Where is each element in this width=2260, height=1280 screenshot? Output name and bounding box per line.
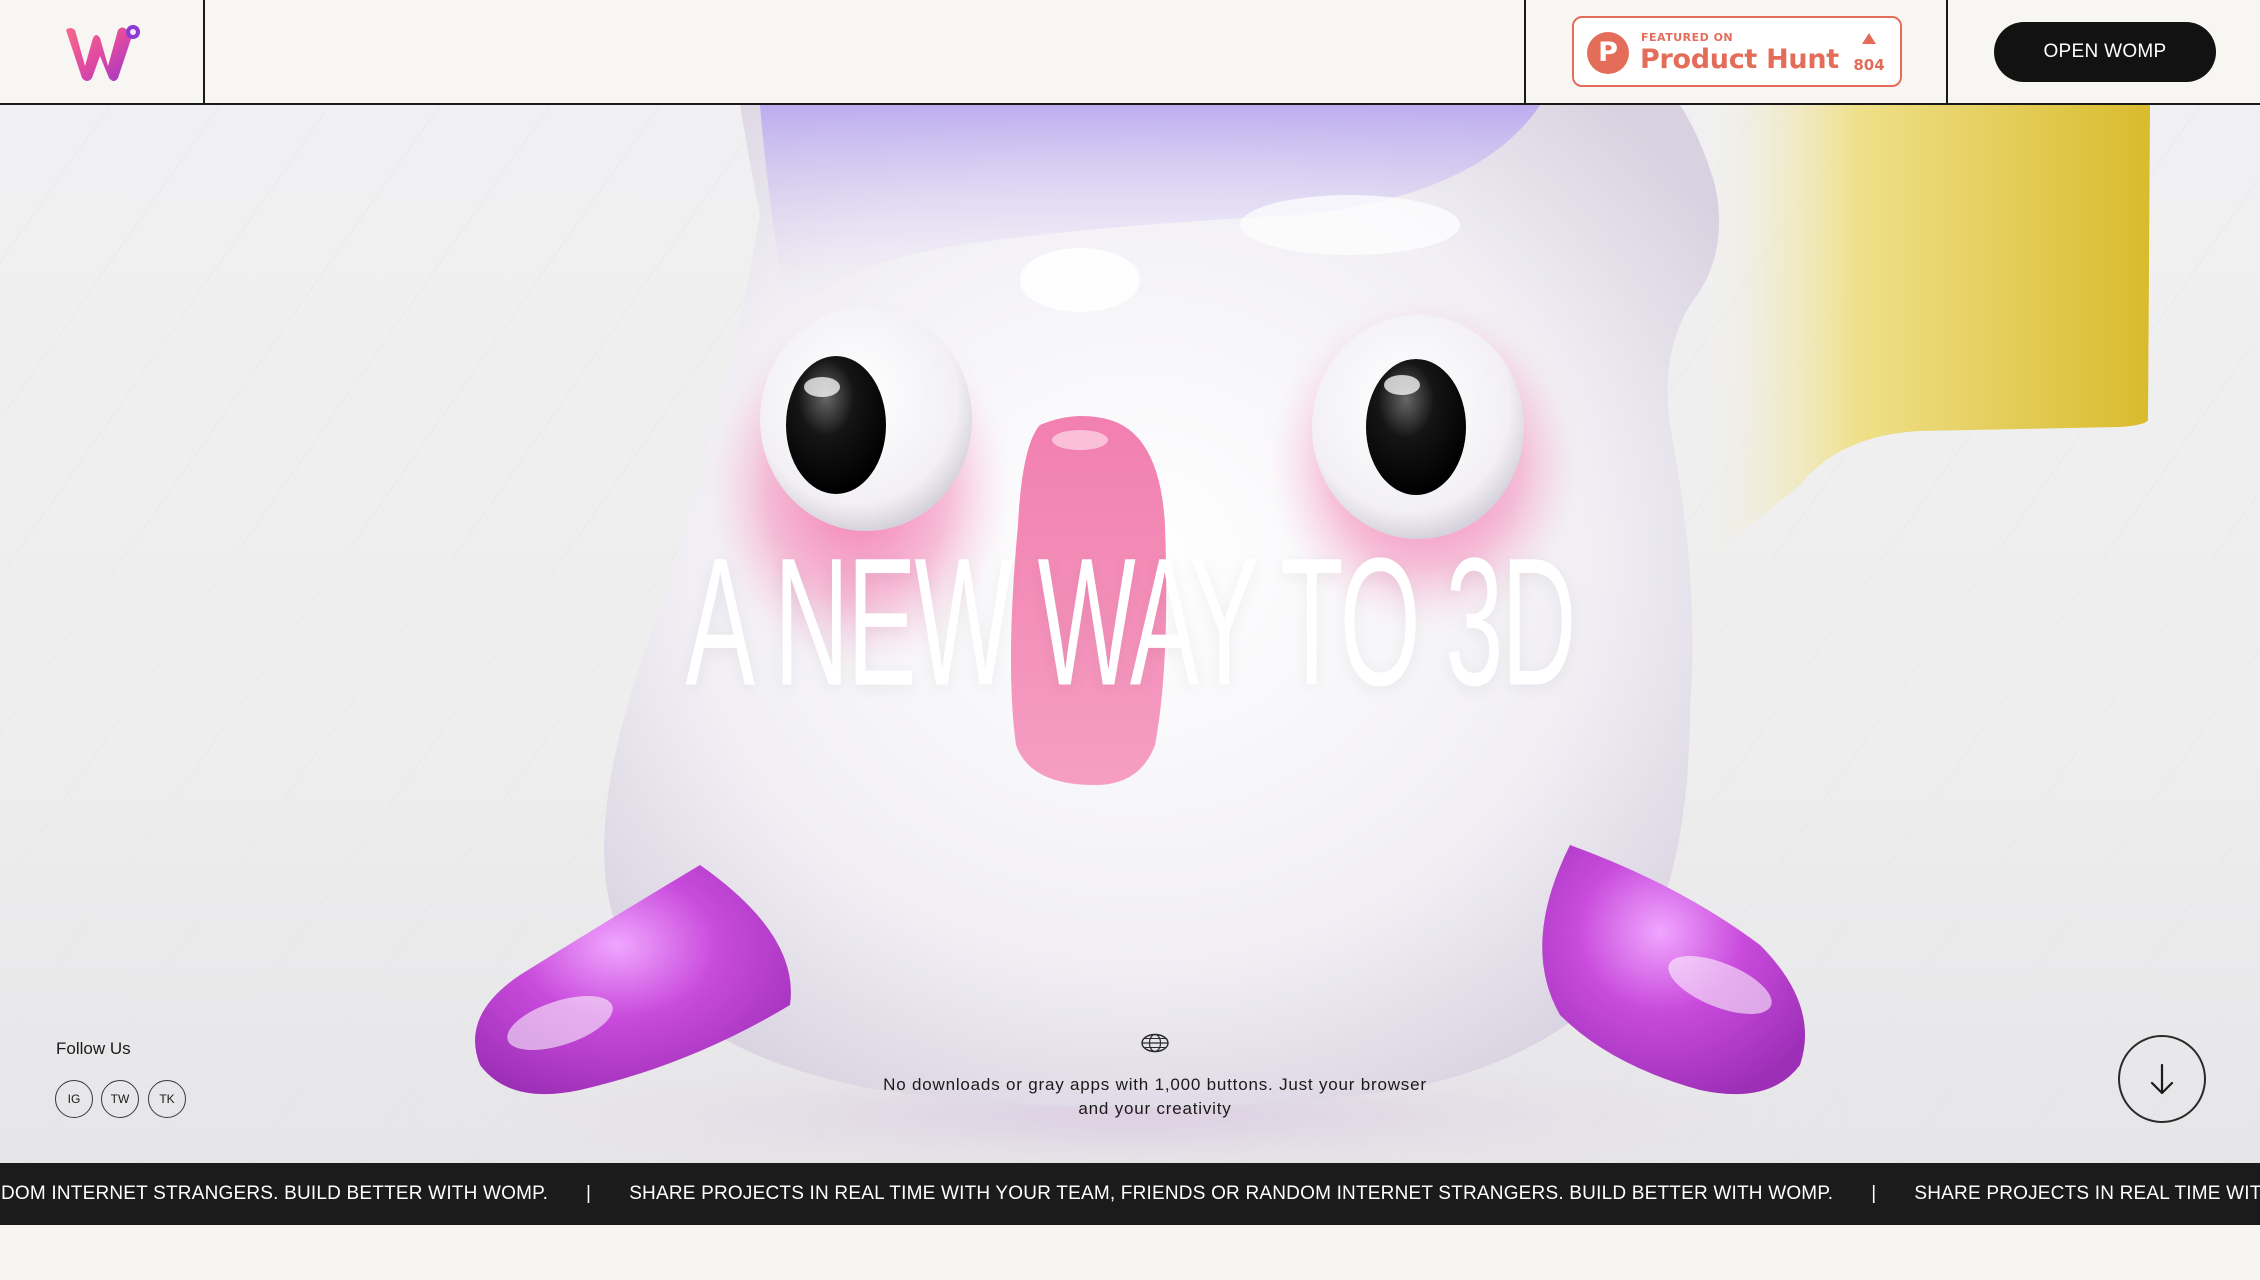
marquee-banner: SHARE PROJECTS IN REAL TIME WITH YOUR TE… bbox=[0, 1163, 2260, 1225]
product-hunt-name: Product Hunt bbox=[1640, 44, 1839, 75]
marquee-text: SHARE PROJECTS IN REAL TIME WITH YOUR TE… bbox=[0, 1183, 549, 1204]
marquee-text: SHARE PROJECTS IN REAL TIME WITH YOUR TE… bbox=[1914, 1183, 2260, 1204]
upvote-count: 804 bbox=[1853, 56, 1885, 74]
marquee-separator: | bbox=[1871, 1183, 1877, 1204]
product-hunt-badge[interactable]: P FEATURED ON Product Hunt 804 bbox=[1572, 16, 1902, 87]
product-hunt-logo-icon: P bbox=[1587, 32, 1629, 74]
follow-us-label: Follow Us bbox=[56, 1039, 131, 1058]
twitter-link[interactable]: TW bbox=[101, 1080, 139, 1118]
womp-logo-icon[interactable] bbox=[0, 0, 205, 103]
tiktok-link[interactable]: TK bbox=[148, 1080, 186, 1118]
page-footer-strip bbox=[0, 1225, 2260, 1280]
instagram-link[interactable]: IG bbox=[55, 1080, 93, 1118]
marquee-text: SHARE PROJECTS IN REAL TIME WITH YOUR TE… bbox=[629, 1183, 1834, 1204]
marquee-track: SHARE PROJECTS IN REAL TIME WITH YOUR TE… bbox=[0, 1163, 2260, 1225]
featured-on-label: FEATURED ON bbox=[1641, 31, 1734, 44]
logo-cell bbox=[0, 0, 205, 103]
upvote-triangle-icon bbox=[1862, 33, 1876, 44]
marquee-separator: | bbox=[586, 1183, 592, 1204]
product-hunt-cell: P FEATURED ON Product Hunt 804 bbox=[1524, 0, 1948, 103]
scroll-down-button[interactable] bbox=[2118, 1035, 2206, 1123]
arrow-down-icon bbox=[2150, 1063, 2174, 1095]
hero-tagline: No downloads or gray apps with 1,000 but… bbox=[883, 1075, 1427, 1118]
site-header: P FEATURED ON Product Hunt 804 OPEN WOMP bbox=[0, 0, 2260, 105]
hero-headline: A NEW WAY TO 3D bbox=[685, 521, 1577, 725]
globe-icon bbox=[1141, 1033, 1169, 1053]
open-womp-button[interactable]: OPEN WOMP bbox=[1994, 22, 2216, 82]
hero-section: A NEW WAY TO 3D No downloads or gray app… bbox=[0, 105, 2260, 1163]
